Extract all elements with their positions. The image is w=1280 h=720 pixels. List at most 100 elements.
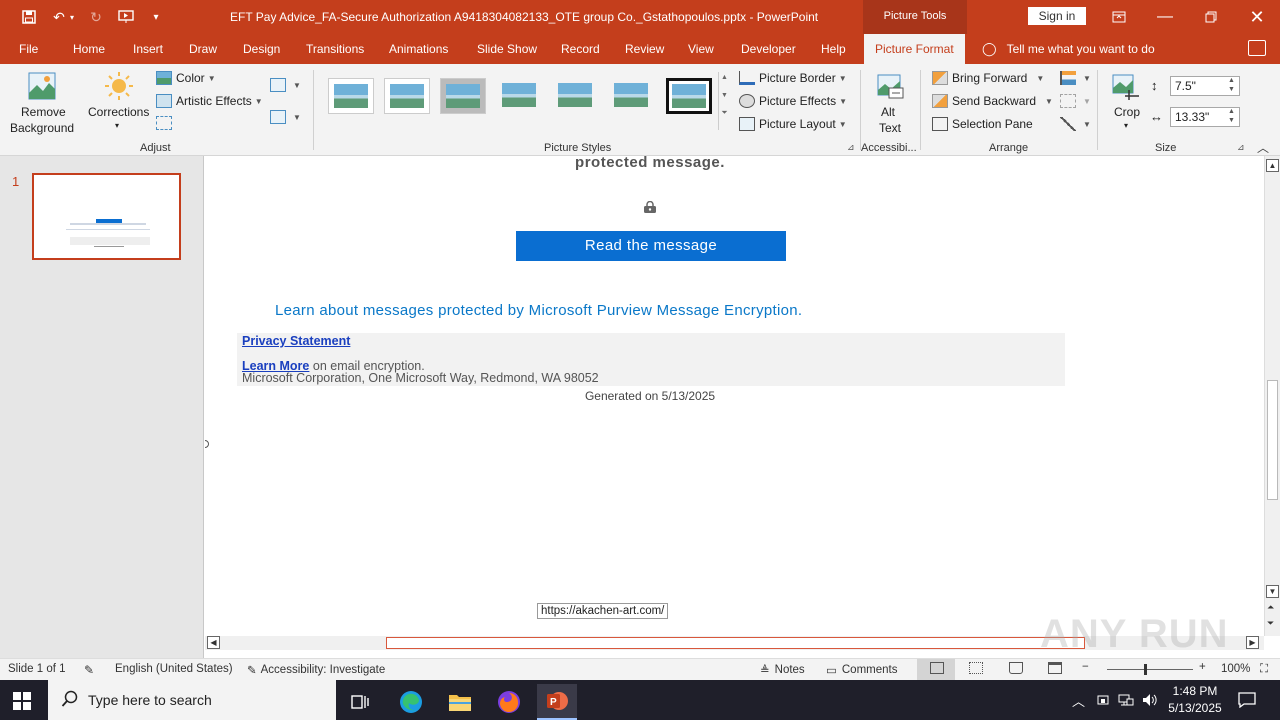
scroll-down-icon[interactable]: ▼ [1266, 585, 1279, 598]
comments-icon[interactable] [1248, 40, 1266, 56]
bring-forward-button[interactable]: Bring Forward ▼ [932, 71, 1044, 85]
gallery-more-icon[interactable]: ⏷ [719, 108, 730, 118]
windows-start-icon[interactable] [12, 691, 32, 711]
read-message-button[interactable]: Read the message [516, 231, 786, 261]
slide-show-icon[interactable] [1048, 662, 1062, 674]
redo-icon[interactable]: ↻ [86, 7, 106, 27]
undo-dropdown-icon[interactable]: ▾ [66, 7, 78, 27]
scroll-up-icon[interactable]: ▲ [1266, 159, 1279, 172]
gallery-down-icon[interactable]: ▼ [719, 92, 730, 99]
firefox-icon[interactable] [489, 684, 529, 720]
picture-layout-button[interactable]: Picture Layout ▼ [739, 117, 847, 131]
selection-pane-button[interactable]: Selection Pane [932, 117, 1033, 131]
volume-icon[interactable] [1142, 680, 1158, 720]
color-button[interactable]: Color ▼ [156, 71, 216, 85]
crop-label[interactable]: Crop [1114, 105, 1140, 119]
crop-icon[interactable] [1111, 72, 1143, 102]
privacy-statement-link[interactable]: Privacy Statement [242, 334, 350, 348]
size-launcher-icon[interactable]: ⊿ [1237, 142, 1245, 153]
powerpoint-taskbar-icon[interactable]: P [537, 684, 577, 720]
reset-picture-dropdown[interactable]: ▼ [270, 110, 301, 124]
scroll-left-icon[interactable]: ◀ [207, 636, 220, 649]
picture-style-1[interactable] [328, 78, 374, 114]
accessibility-status[interactable]: ✎ Accessibility: Investigate [247, 663, 385, 677]
tab-picture-format[interactable]: Picture Format [864, 34, 965, 64]
notes-button[interactable]: ≜ Notes [760, 663, 805, 677]
file-explorer-icon[interactable] [440, 684, 480, 720]
gallery-up-icon[interactable]: ▲ [719, 74, 730, 81]
present-from-beginning-icon[interactable] [116, 7, 136, 27]
tab-developer[interactable]: Developer [741, 42, 796, 56]
next-slide-icon[interactable]: ⏷ [1267, 618, 1274, 629]
ribbon-display-options-icon[interactable] [1096, 0, 1142, 34]
close-icon[interactable]: ✕ [1234, 0, 1280, 34]
network-security-icon[interactable] [1096, 680, 1110, 720]
reset-picture-button[interactable] [156, 116, 176, 130]
picture-style-4[interactable] [497, 78, 543, 114]
picture-border-button[interactable]: Picture Border ▼ [739, 71, 847, 85]
remove-background-label-1[interactable]: Remove [21, 105, 66, 119]
picture-effects-button[interactable]: Picture Effects ▼ [739, 94, 847, 108]
picture-style-5[interactable] [553, 78, 599, 114]
zoom-level[interactable]: 100% [1221, 663, 1250, 675]
picture-styles-launcher-icon[interactable]: ⊿ [847, 142, 855, 153]
tab-record[interactable]: Record [561, 42, 600, 56]
send-backward-button[interactable]: Send Backward ▼ [932, 94, 1053, 108]
collapse-ribbon-icon[interactable]: ︿ [1257, 139, 1269, 156]
task-view-icon[interactable] [340, 684, 380, 720]
zoom-out-icon[interactable]: − [1082, 661, 1089, 673]
alt-text-icon[interactable] [875, 72, 905, 102]
show-hidden-icons[interactable]: ︿ [1072, 680, 1085, 720]
tab-help[interactable]: Help [821, 42, 846, 56]
picture-style-2[interactable] [384, 78, 430, 114]
height-spinner[interactable]: ▲ ▼ [1228, 76, 1235, 94]
minimize-icon[interactable]: — [1142, 0, 1188, 34]
slide-canvas[interactable]: protected message. Read the message Lear… [205, 156, 1264, 636]
network-icon[interactable] [1118, 680, 1134, 720]
reading-view-icon[interactable] [1009, 662, 1023, 674]
crop-dropdown-icon[interactable]: ▾ [1124, 121, 1128, 130]
purview-encryption-link[interactable]: Learn about messages protected by Micros… [275, 302, 802, 319]
align-button[interactable]: ▼ [1060, 71, 1091, 85]
taskbar-search-box[interactable]: Type here to search [48, 680, 336, 720]
picture-style-6[interactable] [609, 78, 655, 114]
compress-pictures-button[interactable]: ▼ [270, 78, 301, 92]
artistic-effects-button[interactable]: Artistic Effects ▼ [156, 94, 263, 108]
corrections-label[interactable]: Corrections [88, 105, 149, 119]
alt-text-label-1[interactable]: Alt [881, 105, 895, 119]
restore-icon[interactable] [1188, 0, 1234, 34]
tab-transitions[interactable]: Transitions [306, 42, 364, 56]
rotate-button[interactable]: ▼ [1060, 117, 1091, 131]
vertical-scrollbar[interactable]: ▲ ▼ ⏶ ⏷ [1264, 156, 1280, 636]
tab-view[interactable]: View [688, 42, 714, 56]
zoom-in-icon[interactable]: + [1199, 661, 1206, 673]
width-spinner[interactable]: ▲ ▼ [1228, 107, 1235, 125]
corrections-dropdown-icon[interactable]: ▾ [115, 121, 119, 130]
edge-browser-icon[interactable] [391, 684, 431, 720]
tab-insert[interactable]: Insert [133, 42, 163, 56]
spelling-check-icon[interactable]: ✎ [84, 663, 94, 677]
language-status[interactable]: English (United States) [115, 663, 233, 675]
previous-slide-icon[interactable]: ⏶ [1267, 602, 1274, 613]
save-icon[interactable] [19, 7, 39, 27]
tab-home[interactable]: Home [73, 42, 105, 56]
tab-slide-show[interactable]: Slide Show [477, 42, 537, 56]
tab-design[interactable]: Design [243, 42, 280, 56]
slide-sorter-icon[interactable] [969, 662, 983, 674]
slide-thumbnail[interactable] [32, 173, 181, 260]
picture-styles-gallery-scroll[interactable]: ▲ ▼ ⏷ [718, 72, 730, 130]
corrections-icon[interactable] [104, 71, 134, 101]
group-button[interactable]: ▼ [1060, 94, 1091, 108]
selection-handle[interactable] [205, 440, 209, 448]
tab-review[interactable]: Review [625, 42, 664, 56]
tab-file[interactable]: File [19, 42, 38, 56]
customize-quick-access-icon[interactable]: ▾ [146, 7, 166, 27]
remove-background-icon[interactable] [27, 71, 57, 101]
remove-background-label-2[interactable]: Background [10, 121, 74, 135]
normal-view-icon[interactable] [930, 662, 944, 674]
tab-draw[interactable]: Draw [189, 42, 217, 56]
sign-in-button[interactable]: Sign in [1028, 7, 1086, 25]
alt-text-label-2[interactable]: Text [879, 121, 901, 135]
fit-to-window-icon[interactable]: ⛶ [1260, 663, 1268, 676]
tab-animations[interactable]: Animations [389, 42, 448, 56]
